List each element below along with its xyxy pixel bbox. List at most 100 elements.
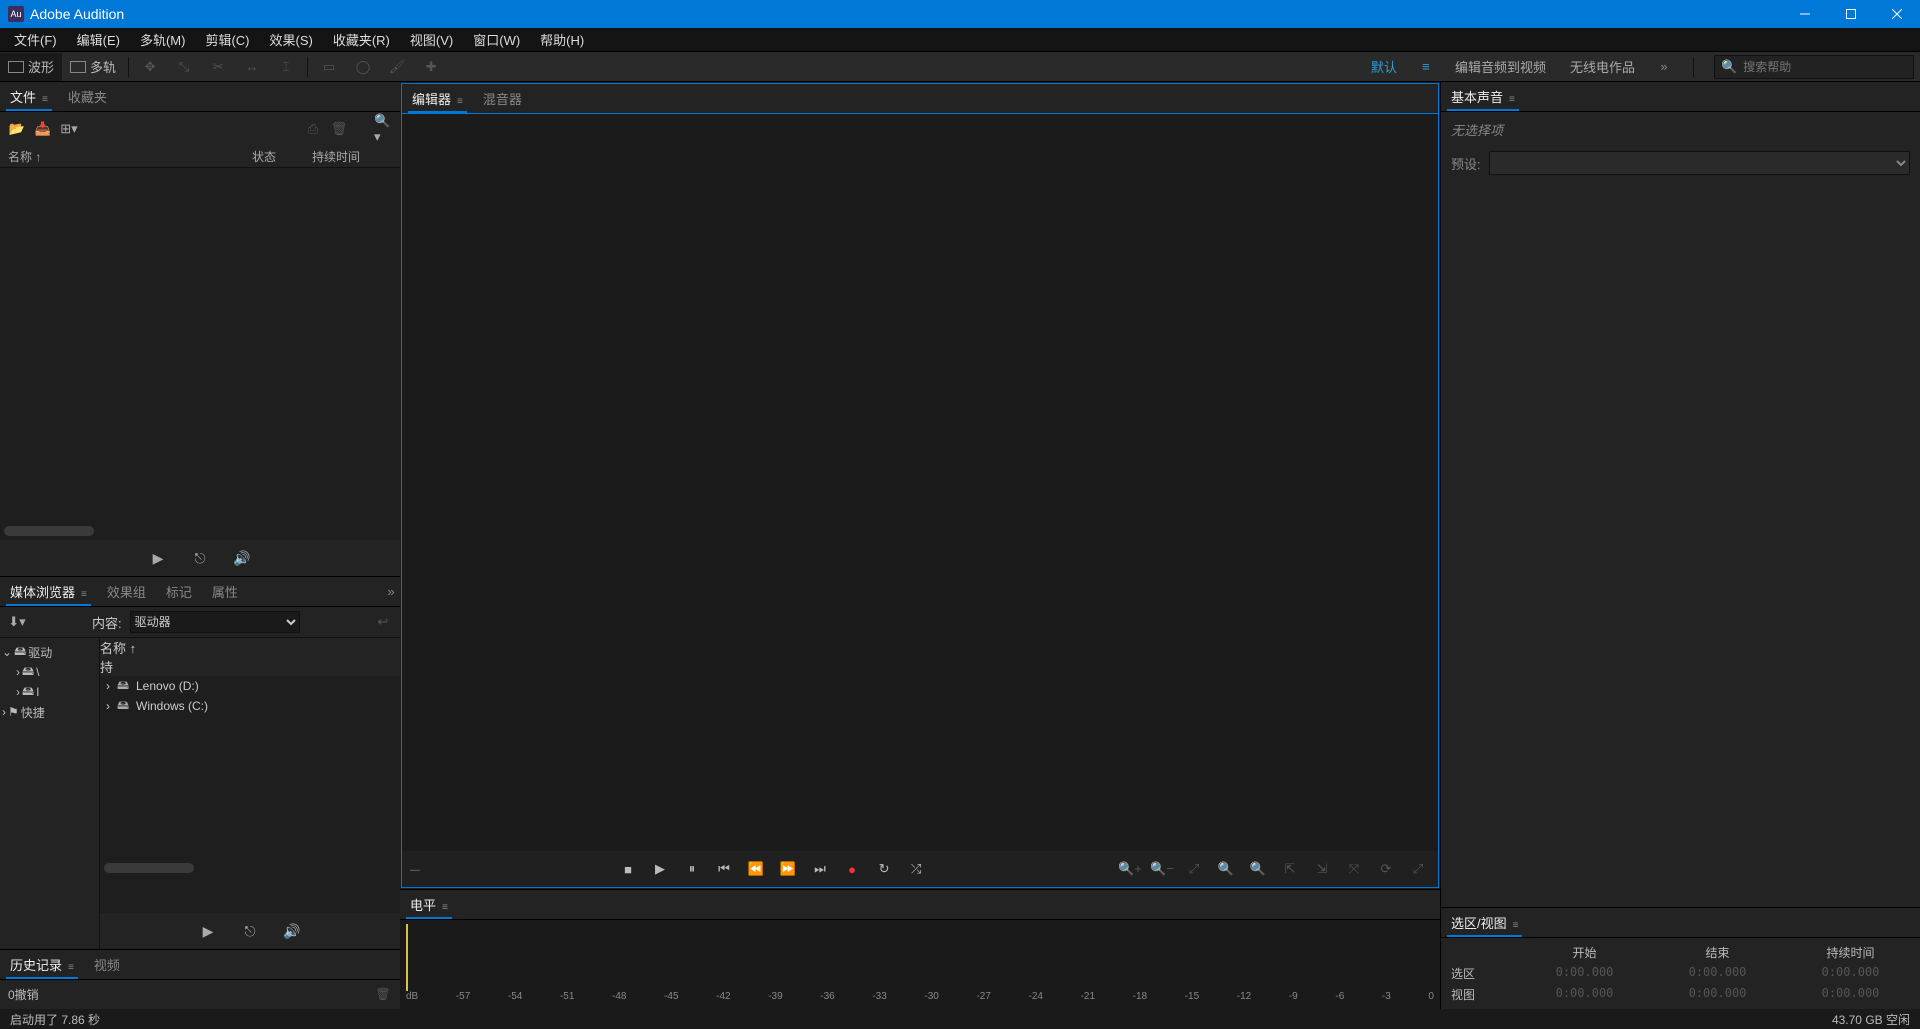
workspace-audio-to-video[interactable]: 编辑音频到视频 xyxy=(1451,55,1550,78)
workspace-radio[interactable]: 无线电作品 xyxy=(1566,55,1639,78)
zoom-selection-in-button[interactable]: ⇱ xyxy=(1278,857,1302,881)
zoom-full-button[interactable]: ⟳ xyxy=(1374,857,1398,881)
levels-meter[interactable]: dB -57 -54 -51 -48 -45 -42 -39 -36 -33 -… xyxy=(400,920,1440,1009)
zoom-reset-time-button[interactable]: ⤢ xyxy=(1182,857,1206,881)
help-search[interactable]: 🔍 xyxy=(1714,55,1914,79)
panel-menu-icon[interactable]: ≡ xyxy=(68,962,74,973)
mb-col-duration[interactable]: 持 xyxy=(100,657,400,676)
sv-sel-start[interactable]: 0:00.000 xyxy=(1525,965,1644,982)
stop-button[interactable]: ■ xyxy=(616,857,640,881)
rewind-button[interactable]: ⏪ xyxy=(744,857,768,881)
menu-edit[interactable]: 编辑(E) xyxy=(67,28,130,51)
pause-button[interactable]: ⏸ xyxy=(680,857,704,881)
sv-view-end[interactable]: 0:00.000 xyxy=(1658,986,1777,1003)
go-to-start-button[interactable]: ⏮ xyxy=(712,857,736,881)
workspace-overflow-button[interactable]: » xyxy=(1655,59,1673,74)
tool-brush[interactable]: 🖌 xyxy=(380,53,414,81)
sv-sel-end[interactable]: 0:00.000 xyxy=(1658,965,1777,982)
help-search-input[interactable] xyxy=(1743,60,1907,74)
preview-play-icon[interactable]: ▶ xyxy=(149,550,167,566)
tool-cut[interactable]: ✂ xyxy=(201,53,235,81)
menu-clip[interactable]: 剪辑(C) xyxy=(195,28,259,51)
tab-video[interactable]: 视频 xyxy=(84,951,130,978)
filter-search-icon[interactable]: 🔍▾ xyxy=(374,121,392,137)
zoom-in-time-button[interactable]: 🔍+ xyxy=(1118,857,1142,881)
zoom-out-amp-button[interactable]: 🔍 xyxy=(1246,857,1270,881)
panel-menu-icon[interactable]: ≡ xyxy=(442,902,448,913)
tab-levels[interactable]: 电平≡ xyxy=(400,891,458,918)
workspace-default[interactable]: 默认 xyxy=(1367,55,1401,78)
tab-media-browser[interactable]: 媒体浏览器≡ xyxy=(0,578,97,605)
tab-properties[interactable]: 属性 xyxy=(202,578,248,605)
view-waveform-button[interactable]: 波形 xyxy=(0,53,62,81)
tab-essential-sound[interactable]: 基本声音≡ xyxy=(1441,83,1525,110)
col-duration[interactable]: 持续时间 xyxy=(312,148,392,165)
fast-forward-button[interactable]: ⏩ xyxy=(776,857,800,881)
zoom-in-amp-button[interactable]: 🔍 xyxy=(1214,857,1238,881)
tool-hybrid[interactable]: ✥ xyxy=(133,53,167,81)
play-button[interactable]: ▶ xyxy=(648,857,672,881)
col-status[interactable]: 状态 xyxy=(252,148,312,165)
tree-row-drives[interactable]: ⌄🖴驱动 xyxy=(2,642,97,662)
tool-marquee[interactable]: ▭ xyxy=(312,53,346,81)
window-minimize-button[interactable] xyxy=(1782,0,1828,28)
back-icon[interactable]: ↩ xyxy=(374,614,392,630)
loop-button[interactable]: ↻ xyxy=(872,857,896,881)
skip-selection-button[interactable]: ⤮ xyxy=(904,857,928,881)
menu-view[interactable]: 视图(V) xyxy=(400,28,463,51)
zoom-to-selection-button[interactable]: ⤧ xyxy=(1342,857,1366,881)
import-media-icon[interactable]: ⬇▾ xyxy=(8,614,26,630)
tool-slip[interactable]: ↔ xyxy=(235,53,269,81)
tool-heal[interactable]: ✚ xyxy=(414,53,448,81)
panel-menu-icon[interactable]: ≡ xyxy=(42,94,48,105)
tool-time[interactable]: ⌶ xyxy=(269,53,303,81)
mb-horizontal-scrollbar[interactable] xyxy=(104,863,194,873)
history-trash-icon[interactable]: 🗑 xyxy=(374,986,392,1002)
delete-icon[interactable]: 🗑 xyxy=(330,121,348,137)
zoom-out-full-button[interactable]: ⤢ xyxy=(1406,857,1430,881)
menu-effects[interactable]: 效果(S) xyxy=(260,28,323,51)
go-to-end-button[interactable]: ⏭ xyxy=(808,857,832,881)
tree-row-drive-item[interactable]: ›🖴I xyxy=(2,682,97,702)
tree-row-shortcuts[interactable]: ›⚑快捷 xyxy=(2,702,97,722)
tabs-overflow-button[interactable]: » xyxy=(382,584,400,599)
menu-multitrack[interactable]: 多轨(M) xyxy=(130,28,196,51)
sv-sel-duration[interactable]: 0:00.000 xyxy=(1791,965,1910,982)
view-multitrack-button[interactable]: 多轨 xyxy=(62,53,124,81)
list-item[interactable]: ›🖴Windows (C:) xyxy=(100,696,400,716)
menu-window[interactable]: 窗口(W) xyxy=(463,28,530,51)
media-browser-list[interactable]: ›🖴Lenovo (D:) ›🖴Windows (C:) xyxy=(100,676,400,913)
tab-favorites[interactable]: 收藏夹 xyxy=(58,83,117,110)
menu-file[interactable]: 文件(F) xyxy=(4,28,67,51)
editor-canvas[interactable] xyxy=(402,114,1438,851)
tab-files[interactable]: 文件≡ xyxy=(0,83,58,110)
tab-selection-view[interactable]: 选区/视图≡ xyxy=(1441,909,1528,936)
tab-mixer[interactable]: 混音器 xyxy=(473,85,532,112)
menu-favorites[interactable]: 收藏夹(R) xyxy=(323,28,400,51)
panel-menu-icon[interactable]: ≡ xyxy=(81,589,87,600)
preview-autoplay-icon[interactable]: 🔊 xyxy=(233,550,251,566)
files-horizontal-scrollbar[interactable] xyxy=(4,526,94,536)
tab-history[interactable]: 历史记录≡ xyxy=(0,951,84,978)
window-close-button[interactable] xyxy=(1874,0,1920,28)
sv-view-duration[interactable]: 0:00.000 xyxy=(1791,986,1910,1003)
panel-menu-icon[interactable]: ≡ xyxy=(1513,920,1519,931)
open-file-icon[interactable]: 📂 xyxy=(8,121,26,137)
menu-help[interactable]: 帮助(H) xyxy=(530,28,594,51)
tree-row-drive-item[interactable]: ›🖴\ xyxy=(2,662,97,682)
preview-loop-icon[interactable]: ⎋ xyxy=(191,550,209,566)
content-dropdown[interactable]: 驱动器 xyxy=(130,611,300,633)
import-icon[interactable]: 📥 xyxy=(34,121,52,137)
preview-autoplay-icon[interactable]: 🔊 xyxy=(283,923,301,939)
files-list[interactable] xyxy=(0,168,400,540)
panel-menu-icon[interactable]: ≡ xyxy=(1509,94,1515,105)
tool-lasso[interactable]: ◯ xyxy=(346,53,380,81)
tab-effects-rack[interactable]: 效果组 xyxy=(97,578,156,605)
zoom-out-time-button[interactable]: 🔍− xyxy=(1150,857,1174,881)
col-name[interactable]: 名称 ↑ xyxy=(8,148,252,165)
insert-to-multitrack-icon[interactable]: ⎙ xyxy=(304,121,322,137)
tab-markers[interactable]: 标记 xyxy=(156,578,202,605)
tool-move[interactable]: ⤡ xyxy=(167,53,201,81)
preview-loop-icon[interactable]: ⎋ xyxy=(241,923,259,939)
window-maximize-button[interactable] xyxy=(1828,0,1874,28)
